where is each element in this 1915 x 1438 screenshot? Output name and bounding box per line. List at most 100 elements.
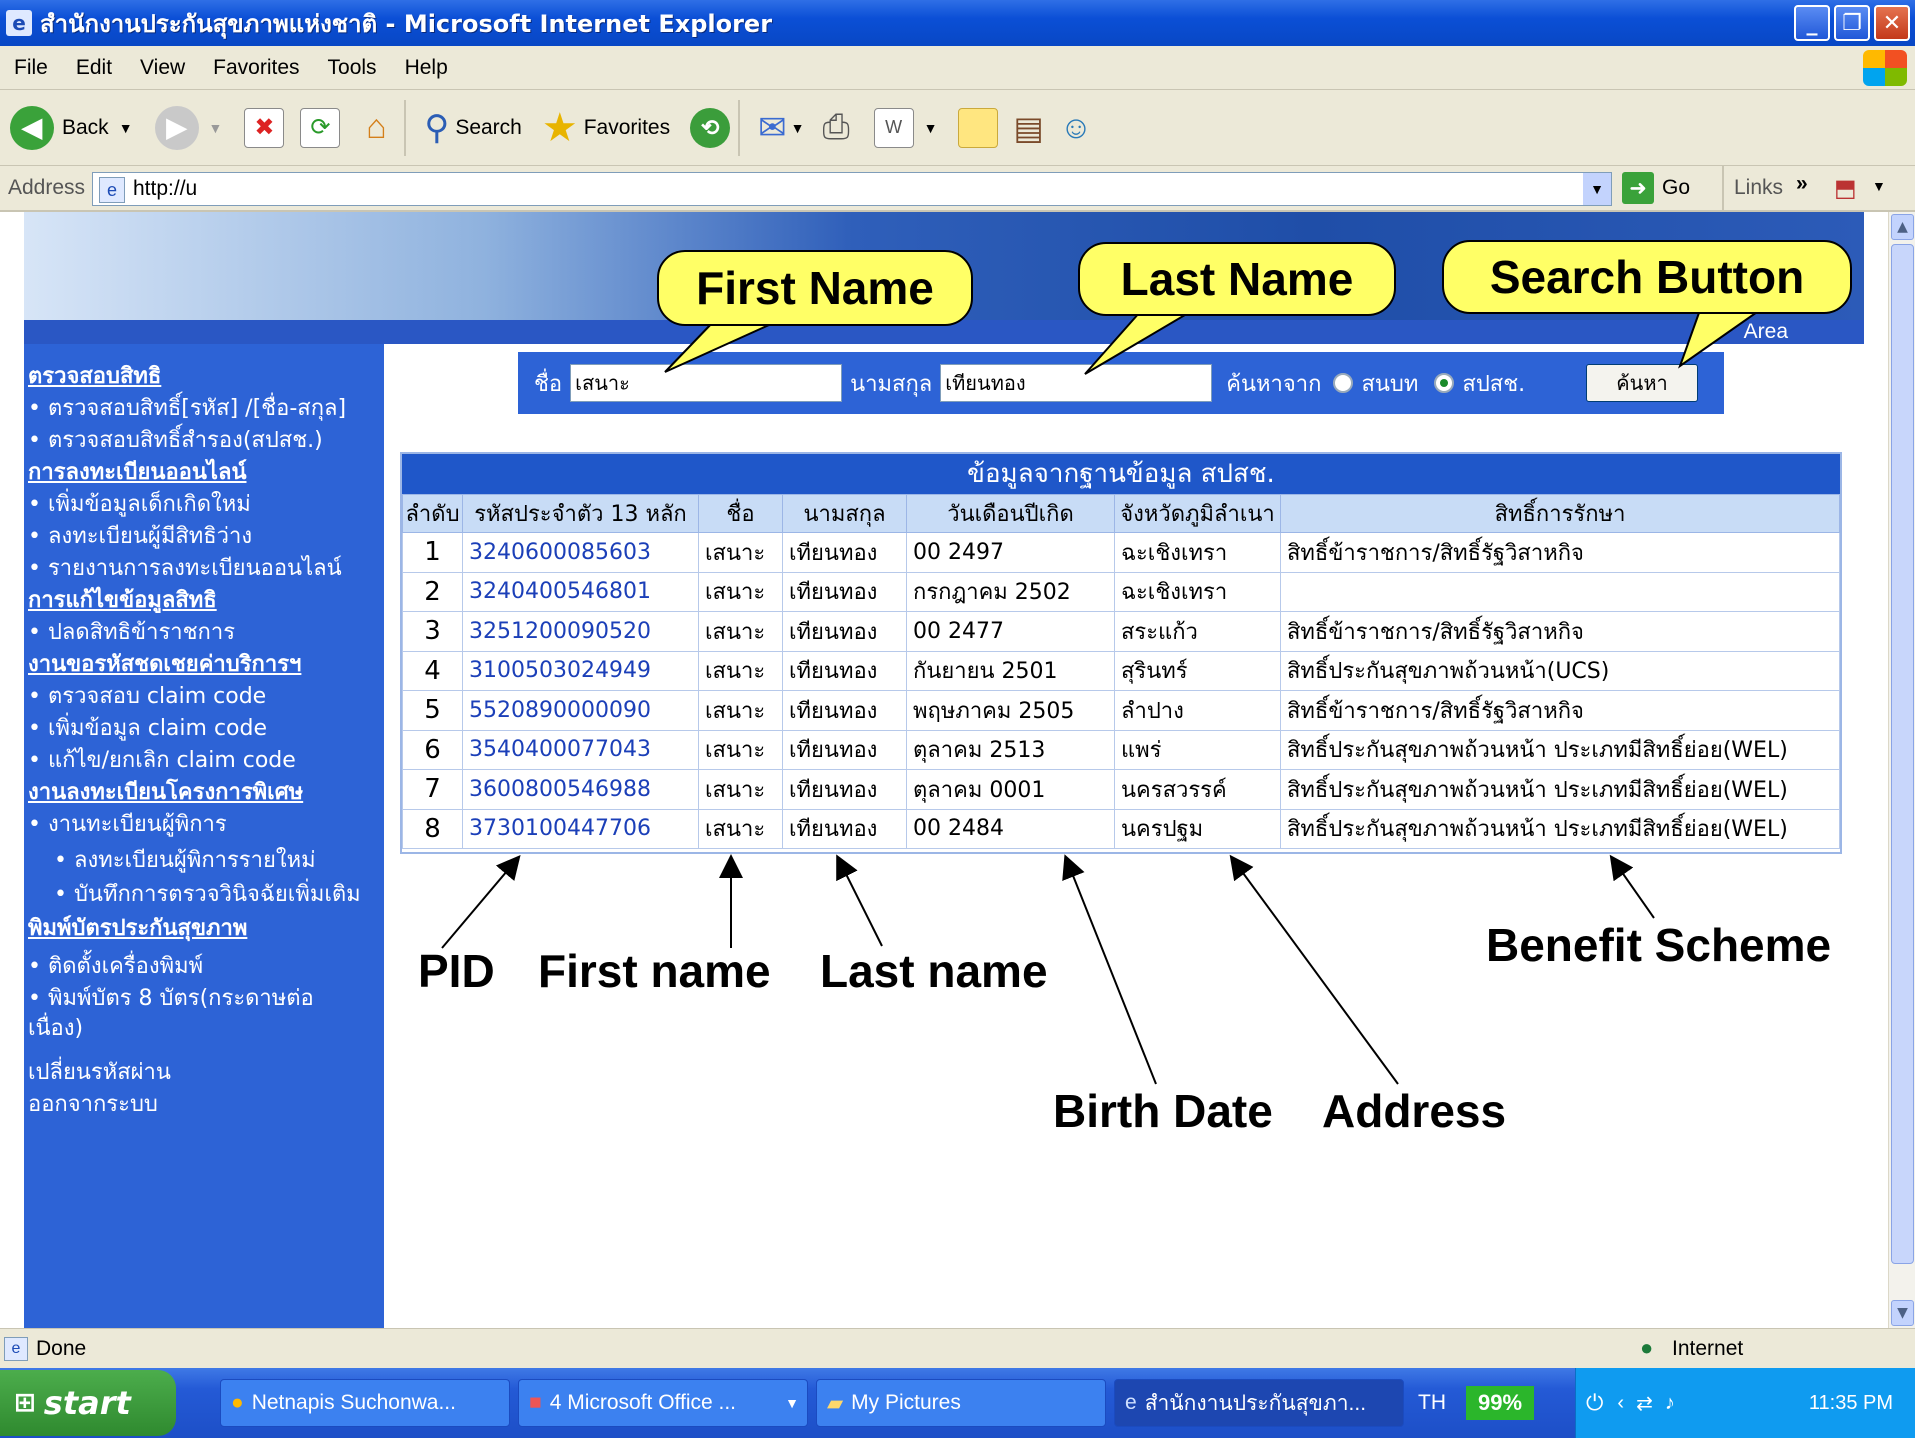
sidebar-link[interactable]: • ตรวจสอบ claim code [28, 678, 266, 713]
chevron-down-icon[interactable]: ▼ [1583, 173, 1611, 205]
refresh-icon[interactable]: ⟳ [300, 107, 341, 148]
vertical-scrollbar[interactable]: ▲ ▼ [1888, 212, 1915, 1328]
chevron-left-icon[interactable]: ‹ [1617, 1392, 1624, 1415]
menu-edit[interactable]: Edit [62, 56, 126, 80]
menu-view[interactable]: View [126, 56, 199, 80]
forward-button[interactable]: ▶ ▼ [154, 105, 223, 150]
toolbar-separator [404, 99, 407, 156]
sidebar-link[interactable]: เปลี่ยนรหัสผ่าน [28, 1054, 171, 1089]
menu-favorites[interactable]: Favorites [199, 56, 313, 80]
language-indicator[interactable]: TH [1418, 1391, 1446, 1415]
radio-option-2[interactable] [1434, 373, 1455, 393]
chevron-down-icon[interactable]: ▼ [209, 120, 223, 136]
mail-icon[interactable]: ✉ [758, 108, 787, 148]
chevron-down-icon[interactable]: ▼ [119, 120, 133, 136]
benefit-scheme-label: Benefit Scheme [1486, 919, 1832, 971]
back-button[interactable]: ◀ Back ▼ [10, 105, 133, 150]
sidebar-section-heading[interactable]: งานขอรหัสชดเชยค่าบริการฯ [28, 646, 301, 681]
chevron-down-icon[interactable]: ▼ [791, 120, 805, 136]
sidebar-link[interactable]: • เพิ่มข้อมูลเด็กเกิดใหม่ [28, 486, 251, 521]
sidebar-link[interactable]: ออกจากระบบ [28, 1086, 158, 1121]
search-submit-button[interactable]: ค้นหา [1586, 364, 1698, 402]
table-body: 1 3240600085603 เสนาะ เทียนทอง 00 2497 ฉะเชิง… [402, 532, 1840, 849]
scroll-down-icon[interactable]: ▼ [1891, 1300, 1914, 1326]
search-button[interactable]: ⚲ Search [424, 108, 521, 148]
home-icon[interactable]: ⌂ [356, 108, 396, 148]
power-plug-icon[interactable]: ⏻ [1586, 1390, 1603, 1416]
taskbar-item-messenger[interactable]: ● Netnapis Suchonwa... [220, 1379, 510, 1427]
birth-date-cell: กรกฎาคม 2502 [906, 571, 1115, 612]
chevron-down-icon[interactable]: ▼ [1872, 178, 1886, 194]
taskbar-item-office[interactable]: ■ 4 Microsoft Office ... ▼ [518, 1379, 808, 1427]
sidebar-link[interactable]: • งานทะเบียนผู้พิการ [28, 806, 227, 841]
last-name-input[interactable]: เทียนทอง [940, 364, 1213, 402]
sidebar-link[interactable]: • บันทึกการตรวจวินิจฉัยเพิ่มเติม [54, 876, 361, 911]
scroll-thumb[interactable] [1891, 244, 1914, 1264]
sidebar-section-heading[interactable]: ตรวจสอบสิทธิ [28, 358, 161, 393]
links-button[interactable]: Links [1734, 176, 1783, 200]
banner-area-text: Area [1743, 320, 1788, 343]
sidebar-link[interactable]: • ตรวจสอบสิทธิ์สำรอง(สปสช.) [28, 422, 323, 457]
menu-file[interactable]: File [0, 56, 62, 80]
pid-link[interactable]: 5520890000090 [462, 690, 699, 731]
sidebar-link[interactable]: • เพิ่มข้อมูล claim code [28, 710, 267, 745]
pid-label: PID [418, 945, 495, 997]
sidebar-section-heading[interactable]: การลงทะเบียนออนไลน์ [28, 454, 247, 489]
menu-tools[interactable]: Tools [314, 56, 391, 80]
pid-link[interactable]: 3251200090520 [462, 611, 699, 652]
pid-link[interactable]: 3100503024949 [462, 650, 699, 691]
print-icon[interactable]: ⎙ [822, 108, 849, 147]
sidebar-link[interactable]: • ปลดสิทธิข้าราชการ [28, 614, 235, 649]
menu-help[interactable]: Help [391, 56, 462, 80]
radio-option-1[interactable] [1333, 373, 1354, 393]
sidebar-link[interactable]: • ติดตั้งเครื่องพิมพ์ [28, 948, 203, 983]
volume-icon[interactable]: ♪ [1665, 1392, 1675, 1415]
maximize-button[interactable]: ❐ [1834, 5, 1870, 41]
province-cell: ฉะเชิงเทรา [1114, 532, 1281, 573]
pid-link[interactable]: 3240600085603 [462, 532, 699, 573]
battery-indicator[interactable]: 99% [1466, 1386, 1535, 1420]
first-name-input[interactable]: เสนาะ [570, 364, 843, 402]
address-value: http://u [133, 177, 198, 200]
pid-link[interactable]: 3600800546988 [462, 769, 699, 810]
last-name-cell: เทียนทอง [782, 611, 907, 652]
history-icon[interactable]: ⟲ [690, 107, 731, 148]
chevron-down-icon[interactable]: ▼ [924, 120, 938, 136]
favorites-button[interactable]: ★ Favorites [542, 105, 670, 151]
close-button[interactable]: ✕ [1874, 5, 1910, 41]
chevron-right-icon[interactable]: » [1796, 172, 1808, 196]
pdf-icon[interactable]: ⬒ [1834, 174, 1857, 203]
benefit-cell: สิทธิ์ข้าราชการ/สิทธิ์รัฐวิสาหกิจ [1280, 532, 1840, 573]
taskbar-item-pictures[interactable]: ▰ My Pictures [816, 1379, 1106, 1427]
start-button[interactable]: ⊞ start [0, 1370, 176, 1436]
pid-link[interactable]: 3730100447706 [462, 808, 699, 849]
table-row: 2 3240400546801 เสนาะ เทียนทอง กรกฎาคม 2502 ฉ… [402, 571, 1840, 612]
sidebar-section-heading[interactable]: พิมพ์บัตรประกันสุขภาพ [28, 910, 247, 945]
row-number: 7 [402, 769, 463, 810]
minimize-button[interactable]: _ [1794, 5, 1830, 41]
research-icon[interactable]: ▤ [1014, 109, 1044, 147]
sidebar-link[interactable]: • ตรวจสอบสิทธิ์[รหัส] /[ชื่อ-สกุล] [28, 390, 346, 425]
stop-icon[interactable]: ✖ [244, 107, 285, 148]
sidebar-link[interactable]: • ลงทะเบียนผู้มีสิทธิว่าง [28, 518, 252, 553]
pid-link[interactable]: 3240400546801 [462, 571, 699, 612]
first-name-cell: เสนาะ [698, 729, 783, 770]
pid-link[interactable]: 3540400077043 [462, 729, 699, 770]
sidebar-link[interactable]: • รายงานการลงทะเบียนออนไลน์ [28, 550, 342, 585]
search-form: ชื่อ เสนาะ นามสกุล เทียนทอง ค้นหาจาก สนบ… [518, 352, 1724, 414]
sidebar-section-heading[interactable]: งานลงทะเบียนโครงการพิเศษ [28, 774, 303, 809]
messenger-icon[interactable]: ☺ [1060, 109, 1093, 146]
address-input[interactable]: e http://u ▼ [92, 172, 1612, 206]
taskbar-item-ie[interactable]: e สำนักงานประกันสุขภา... [1114, 1379, 1404, 1427]
sidebar-link[interactable]: • ลงทะเบียนผู้พิการรายใหม่ [54, 842, 316, 877]
favorites-label: Favorites [583, 115, 671, 139]
sidebar-section-heading[interactable]: การแก้ไขข้อมูลสิทธิ [28, 582, 217, 617]
sidebar-link[interactable]: เนื่อง) [28, 1010, 83, 1045]
sidebar-link[interactable]: • แก้ไข/ยกเลิก claim code [28, 742, 296, 777]
scroll-up-icon[interactable]: ▲ [1891, 214, 1914, 240]
network-icon[interactable]: ⇄ [1636, 1391, 1653, 1416]
notes-icon[interactable] [957, 107, 998, 148]
go-button[interactable]: ➜ Go [1622, 172, 1690, 204]
edit-icon[interactable]: W [873, 107, 914, 148]
status-bar: e Done ● Internet [0, 1328, 1915, 1368]
